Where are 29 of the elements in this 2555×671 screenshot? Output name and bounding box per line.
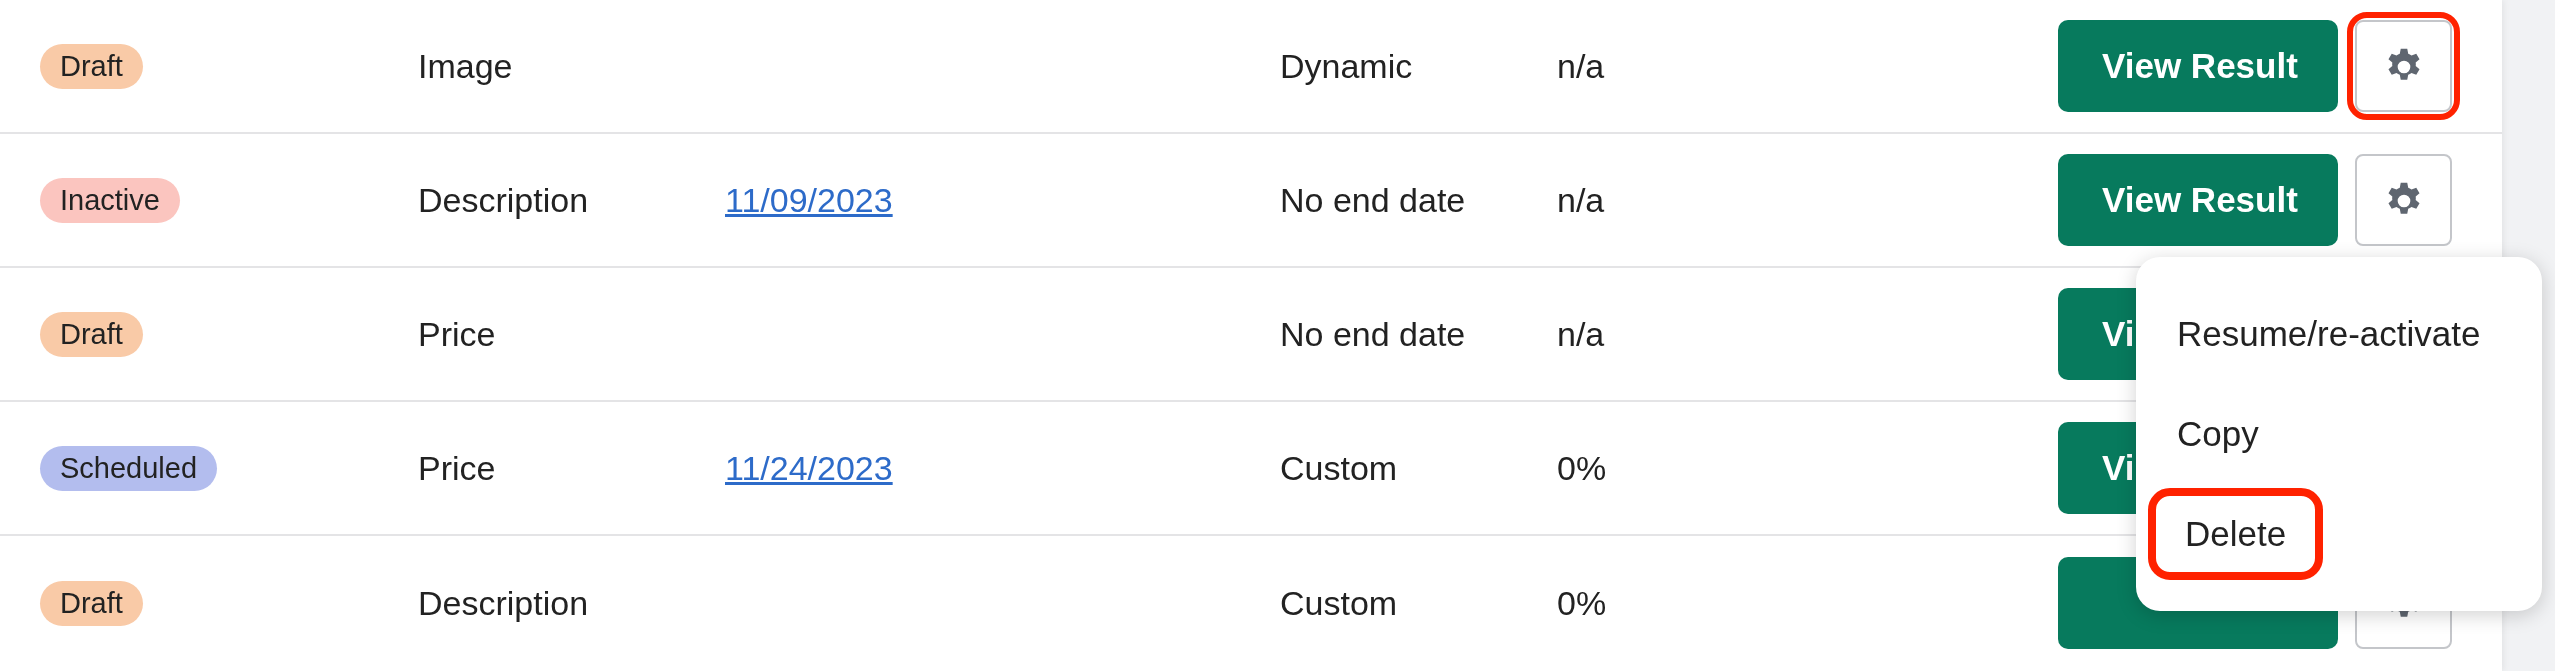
duration-text: Dynamic [1280,46,1413,85]
status-badge: Draft [40,580,143,626]
menu-item[interactable]: Resume/re-activate [2148,288,2510,380]
status-badge: Draft [40,311,143,357]
menu-item[interactable]: Copy [2148,388,2288,480]
status-badge: Inactive [40,177,180,223]
value-text: 0% [1557,583,1607,622]
type-text: Description [418,180,589,219]
value-text: 0% [1557,448,1607,487]
menu-item[interactable]: Delete [2148,488,2324,580]
value-text: n/a [1557,180,1605,219]
type-text: Image [418,46,513,85]
type-text: Description [418,583,589,622]
value-text: n/a [1557,46,1605,85]
view-result-button[interactable]: View Result [2058,20,2338,112]
settings-button[interactable] [2355,20,2452,112]
view-result-button[interactable]: View Result [2058,154,2338,246]
type-text: Price [418,448,496,487]
type-text: Price [418,314,496,353]
status-badge: Scheduled [40,445,218,491]
value-text: n/a [1557,314,1605,353]
duration-text: Custom [1280,448,1398,487]
duration-text: No end date [1280,314,1466,353]
status-badge: Draft [40,43,143,89]
duration-text: No end date [1280,180,1466,219]
date-link[interactable]: 11/24/2023 [725,448,893,487]
settings-button[interactable] [2355,154,2452,246]
duration-text: Custom [1280,583,1398,622]
date-link[interactable]: 11/09/2023 [725,180,893,219]
